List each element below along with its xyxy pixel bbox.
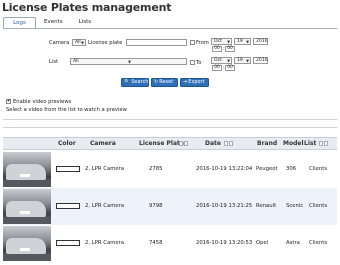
table-row[interactable]: 2, LPR Camera 2785 2016-10-19 13:22:04 P…: [3, 151, 337, 188]
column-header-list[interactable]: List: [304, 140, 316, 147]
date-cell: 2016-10-19 13:20:53: [196, 240, 253, 246]
video-thumbnail[interactable]: [3, 152, 51, 187]
brand-cell: Opel: [256, 240, 269, 246]
camera-select[interactable]: All ▼: [72, 39, 86, 46]
chevron-down-icon: ▼: [128, 59, 131, 64]
to-day-value: 19: [237, 58, 243, 63]
to-checkbox[interactable]: [190, 60, 195, 65]
column-header-camera[interactable]: Camera: [90, 140, 116, 147]
column-header-model[interactable]: Model: [283, 140, 304, 147]
column-header-brand[interactable]: Brand: [257, 140, 277, 147]
reset-button[interactable]: ↻Reset: [151, 78, 178, 87]
from-day-select[interactable]: 19 ▼: [234, 38, 251, 45]
refresh-icon: ↻: [154, 79, 159, 85]
from-checkbox[interactable]: [190, 40, 195, 45]
camera-label: Camera: [49, 40, 70, 46]
camera-select-value: All: [75, 40, 81, 45]
page-title: License Plates management: [2, 1, 172, 14]
from-month-value: Oct: [214, 39, 222, 44]
color-swatch: [56, 203, 80, 209]
divider: [3, 127, 337, 128]
license-plate-input[interactable]: [126, 39, 187, 46]
export-button[interactable]: ⇥Export: [180, 78, 209, 87]
sort-icon[interactable]: [319, 141, 328, 146]
from-label: From: [196, 40, 209, 46]
camera-cell: 2, LPR Camera: [85, 240, 125, 246]
from-minute-input[interactable]: 00: [225, 46, 235, 52]
model-cell: Scenic: [286, 203, 304, 209]
video-thumbnail[interactable]: [3, 226, 51, 261]
camera-cell: 2, LPR Camera: [85, 166, 125, 172]
chevron-down-icon: ▼: [246, 58, 249, 63]
brand-cell: Peugeot: [256, 166, 278, 172]
from-day-value: 19: [237, 39, 243, 44]
from-hour-input[interactable]: 00: [212, 46, 222, 52]
list-select-value: All: [73, 59, 79, 64]
from-year-input[interactable]: 2016: [253, 38, 268, 45]
date-cell: 2016-10-19 13:21:25: [196, 203, 253, 209]
export-icon: ⇥: [183, 79, 188, 85]
column-header-color[interactable]: Color: [58, 140, 76, 147]
chevron-down-icon: ▼: [81, 40, 84, 45]
color-swatch: [56, 240, 80, 246]
enable-video-checkbox[interactable]: [6, 98, 11, 104]
divider: [3, 119, 337, 120]
column-header-date[interactable]: Date: [205, 140, 221, 147]
list-label: List: [49, 59, 59, 65]
chevron-down-icon: ▼: [227, 39, 230, 44]
video-hint: Select a video from the list to watch a …: [6, 107, 127, 113]
tab-logs[interactable]: Logs: [3, 17, 36, 28]
model-cell: Astra: [286, 240, 300, 246]
list-cell: Clients: [309, 240, 328, 246]
search-icon: 🔍: [124, 79, 131, 85]
to-label: To: [196, 60, 202, 66]
tab-divider: [3, 28, 337, 29]
sort-icon[interactable]: [179, 141, 188, 146]
to-minute-input[interactable]: 00: [225, 65, 235, 71]
to-day-select[interactable]: 19 ▼: [234, 57, 251, 64]
model-cell: 306: [286, 166, 297, 172]
table-row[interactable]: 2, LPR Camera 7458 2016-10-19 13:20:53 O…: [3, 225, 337, 262]
sort-icon[interactable]: [224, 141, 233, 146]
tab-lists[interactable]: Lists: [71, 17, 99, 28]
enable-video-label: Enable video previews: [13, 99, 72, 105]
to-month-value: Oct: [214, 58, 222, 63]
chevron-down-icon: ▼: [246, 39, 249, 44]
to-month-select[interactable]: Oct ▼: [211, 57, 232, 64]
brand-cell: Renault: [256, 203, 277, 209]
export-button-label: Export: [188, 79, 205, 85]
video-thumbnail[interactable]: [3, 189, 51, 224]
table-header: Color Camera License Plates Date Brand M…: [3, 137, 337, 150]
date-cell: 2016-10-19 13:22:04: [196, 166, 253, 172]
list-select[interactable]: All ▼: [70, 58, 187, 65]
table-row[interactable]: 2, LPR Camera 9798 2016-10-19 13:21:25 R…: [3, 188, 337, 225]
tab-events[interactable]: Events: [36, 17, 71, 28]
license-plate-label: License plate: [88, 40, 123, 46]
search-button[interactable]: 🔍Search: [121, 78, 149, 87]
to-year-input[interactable]: 2016: [253, 57, 268, 64]
plate-cell: 7458: [149, 240, 163, 246]
list-cell: Clients: [309, 203, 328, 209]
plate-cell: 9798: [149, 203, 163, 209]
to-hour-input[interactable]: 00: [212, 65, 222, 71]
from-month-select[interactable]: Oct ▼: [211, 38, 232, 45]
camera-cell: 2, LPR Camera: [85, 203, 125, 209]
reset-button-label: Reset: [159, 79, 174, 85]
list-cell: Clients: [309, 166, 328, 172]
color-swatch: [56, 166, 80, 172]
search-button-label: Search: [131, 79, 149, 85]
chevron-down-icon: ▼: [227, 58, 230, 63]
plate-cell: 2785: [149, 166, 163, 172]
